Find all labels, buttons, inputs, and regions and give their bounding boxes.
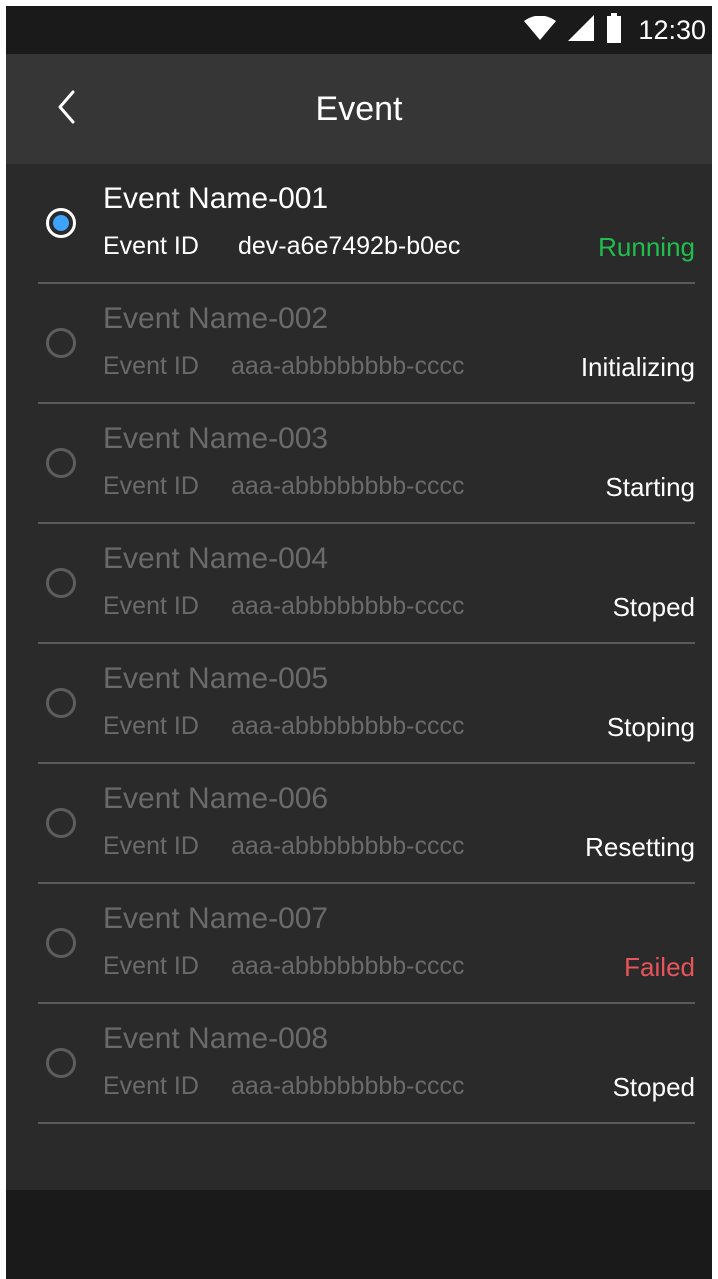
event-list: Event Name-001 Event ID dev-a6e7492b-b0e… [6,164,712,1124]
event-id-label: Event ID [103,832,199,860]
event-id-label: Event ID [103,232,199,260]
status-time: 12:30 [638,14,706,45]
event-id-value: dev-a6e7492b-b0ec [238,232,461,260]
event-row[interactable]: Event Name-002 Event ID aaa-abbbbbbbb-cc… [6,284,712,404]
battery-icon [606,12,622,48]
event-status: Starting [605,472,695,502]
radio-button[interactable] [46,1048,76,1078]
event-status: Running [598,232,695,262]
radio-button[interactable] [46,328,76,358]
event-id-label: Event ID [103,592,199,620]
event-id-value: aaa-abbbbbbbb-cccc [231,592,465,620]
radio-button[interactable] [46,928,76,958]
event-id-label: Event ID [103,952,199,980]
event-row[interactable]: Event Name-005 Event ID aaa-abbbbbbbb-cc… [6,644,712,764]
event-status: Stoping [606,712,695,742]
event-row[interactable]: Event Name-001 Event ID dev-a6e7492b-b0e… [6,164,712,284]
event-id-value: aaa-abbbbbbbb-cccc [231,832,465,860]
event-status: Initializing [580,352,695,382]
event-name: Event Name-003 [103,422,329,455]
event-status: Failed [624,952,695,982]
event-row[interactable]: Event Name-006 Event ID aaa-abbbbbbbb-cc… [6,764,712,884]
event-id-value: aaa-abbbbbbbb-cccc [231,1072,465,1100]
phone-screen: 12:30 Event Event Name-001 Event ID dev-… [6,6,712,1279]
cellular-signal-icon [568,14,595,46]
event-name: Event Name-004 [103,542,329,575]
event-name: Event Name-001 [103,182,329,215]
page-title: Event [315,90,403,128]
event-id-label: Event ID [103,472,199,500]
status-bar: 12:30 [6,6,712,54]
event-id-value: aaa-abbbbbbbb-cccc [231,712,465,740]
radio-button[interactable] [46,448,76,478]
event-row[interactable]: Event Name-004 Event ID aaa-abbbbbbbb-cc… [6,524,712,644]
event-id-value: aaa-abbbbbbbb-cccc [231,952,465,980]
event-row[interactable]: Event Name-008 Event ID aaa-abbbbbbbb-cc… [6,1004,712,1124]
status-icons: 12:30 [524,6,706,54]
event-name: Event Name-002 [103,302,329,335]
radio-button[interactable] [46,568,76,598]
event-name: Event Name-006 [103,782,329,815]
event-id-label: Event ID [103,352,199,380]
event-name: Event Name-005 [103,662,329,695]
back-button[interactable] [40,82,94,136]
app-bar: Event [6,54,712,164]
event-row[interactable]: Event Name-003 Event ID aaa-abbbbbbbb-cc… [6,404,712,524]
event-id-value: aaa-abbbbbbbb-cccc [231,352,465,380]
bottom-navigation-bar [6,1190,712,1279]
event-id-value: aaa-abbbbbbbb-cccc [231,472,465,500]
event-status: Resetting [585,832,695,862]
radio-button-checked[interactable] [46,208,76,238]
event-status: Stoped [612,592,695,622]
divider [38,1122,695,1124]
event-status: Stoped [612,1072,695,1102]
radio-button[interactable] [46,688,76,718]
wifi-icon [524,15,557,45]
event-id-label: Event ID [103,1072,199,1100]
chevron-left-icon [57,90,77,129]
radio-button[interactable] [46,808,76,838]
event-name: Event Name-007 [103,902,329,935]
event-name: Event Name-008 [103,1022,329,1055]
event-id-label: Event ID [103,712,199,740]
event-row[interactable]: Event Name-007 Event ID aaa-abbbbbbbb-cc… [6,884,712,1004]
